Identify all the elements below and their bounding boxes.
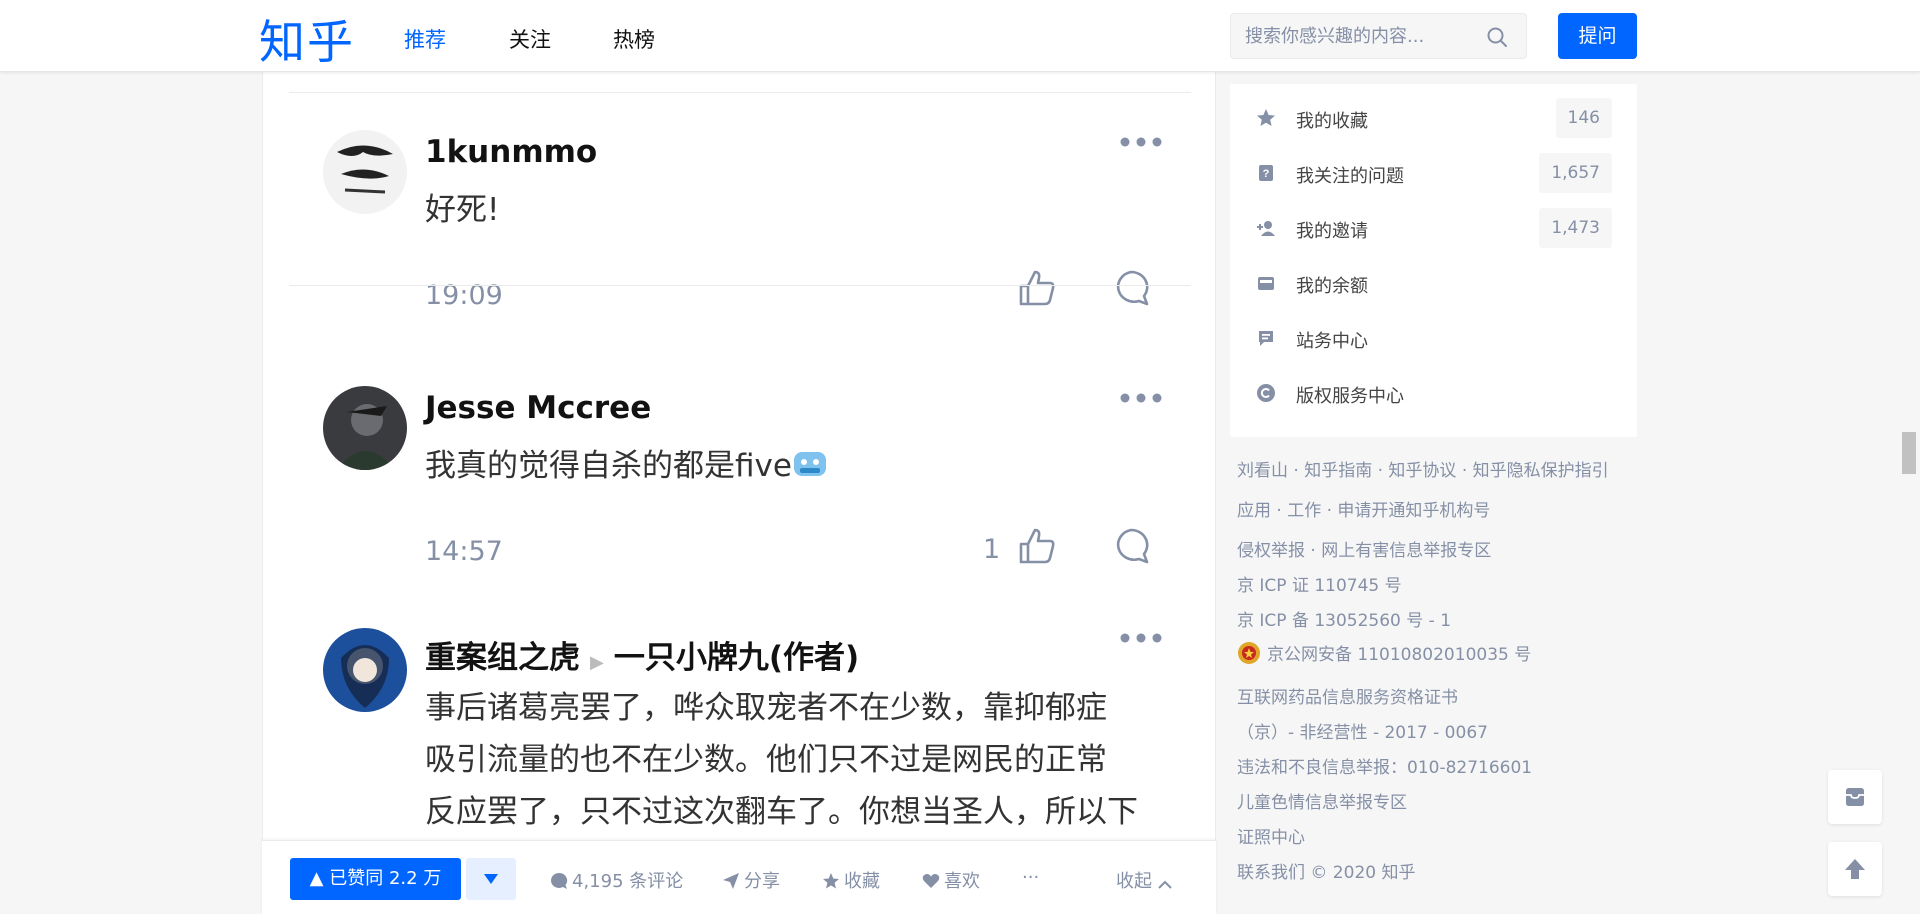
reply-bubble-icon[interactable]	[1111, 268, 1151, 308]
avatar[interactable]	[323, 130, 407, 214]
comment-text-line: 吸引流量的也不在少数。他们只不过是网民的正常	[425, 742, 1107, 778]
search-box	[1230, 13, 1527, 59]
page-scrollbar[interactable]	[1902, 432, 1916, 474]
more-options-icon[interactable]	[1119, 628, 1163, 648]
collapse-button[interactable]: 收起	[1116, 867, 1176, 893]
back-to-top-button[interactable]	[1828, 842, 1882, 896]
chevron-up-icon	[1158, 880, 1172, 889]
copyright-icon	[1257, 384, 1275, 402]
top-header: 知乎 推荐 关注 热榜 提问	[0, 0, 1920, 72]
sidebar-item-invitations[interactable]: 我的邀请 1,473	[1256, 208, 1612, 248]
footer-link[interactable]: 证照中心	[1237, 823, 1305, 848]
footer-link[interactable]: 互联网药品信息服务资格证书	[1237, 683, 1458, 708]
sidebar-item-copyright[interactable]: 版权服务中心	[1256, 373, 1612, 413]
sidebar-item-followed-questions[interactable]: ? 我关注的问题 1,657	[1256, 153, 1612, 193]
sidebar-item-service-center[interactable]: 站务中心	[1256, 318, 1612, 358]
footer-text: （京）- 非经营性 - 2017 - 0067	[1237, 723, 1488, 743]
footer-link[interactable]: 违法和不良信息举报：010-82716601	[1237, 753, 1532, 778]
footer-link[interactable]: 儿童色情信息举报专区	[1237, 788, 1407, 813]
like-count: 1	[983, 534, 1001, 565]
nav-tab-hot[interactable]: 热榜	[613, 24, 655, 54]
comments-button[interactable]: 4,195 条评论	[550, 867, 683, 893]
footer-links[interactable]: 应用 · 工作 · 申请开通知乎机构号	[1237, 496, 1490, 521]
reply-bubble-icon[interactable]	[1111, 526, 1151, 566]
heart-icon	[922, 874, 940, 888]
footer-copyright[interactable]: 联系我们 © 2020 知乎	[1237, 858, 1415, 883]
thumbs-up-icon[interactable]	[1017, 526, 1057, 566]
share-button[interactable]: 分享	[722, 867, 780, 893]
thumbs-up-icon[interactable]	[1017, 268, 1057, 308]
avatar[interactable]	[323, 386, 407, 470]
comment-text: 好死!	[425, 192, 500, 228]
comment-time: 14:57	[425, 536, 503, 567]
zhihu-logo[interactable]: 知乎	[259, 6, 355, 72]
upvote-button[interactable]: ▲ 已赞同 2.2 万	[290, 858, 461, 900]
count-badge: 1,473	[1539, 208, 1612, 248]
comment-text-line: 反应罢了，只不过这次翻车了。你想当圣人，所以下	[425, 794, 1138, 830]
sidebar-item-balance[interactable]: 我的余额	[1256, 263, 1612, 303]
comment-icon	[551, 872, 568, 889]
count-badge: 1,657	[1539, 153, 1612, 193]
nav-tab-follow[interactable]: 关注	[509, 24, 551, 54]
icp-license[interactable]: 京 ICP 证 110745 号	[1237, 571, 1402, 596]
footer-links[interactable]: 侵权举报 · 网上有害信息举报专区	[1237, 536, 1491, 561]
ask-question-button[interactable]: 提问	[1558, 13, 1637, 59]
sticker-emoji-icon	[793, 452, 826, 476]
answer-action-bar: ▲ 已赞同 2.2 万 4,195 条评论 分享 收藏 喜欢 ··· 收起	[262, 840, 1216, 914]
inbox-icon	[1846, 788, 1864, 806]
comment-text-line: 事后诸葛亮罢了，哗众取宠者不在少数，靠抑郁症	[425, 690, 1107, 726]
search-icon[interactable]	[1486, 26, 1508, 48]
wallet-icon	[1258, 277, 1274, 290]
downvote-button[interactable]	[466, 858, 516, 900]
invite-icon	[1257, 221, 1275, 236]
svg-text:?: ?	[1263, 168, 1270, 180]
reply-arrow-icon: ▶	[590, 652, 604, 673]
notice-icon	[1259, 331, 1273, 346]
police-record[interactable]: 京公网安备 11010802010035 号	[1237, 640, 1531, 666]
collect-button[interactable]: 收藏	[822, 867, 880, 893]
triangle-down-icon	[484, 874, 498, 884]
sidebar-item-collections[interactable]: 我的收藏 146	[1256, 98, 1612, 138]
divider	[289, 92, 1191, 93]
comment-author[interactable]: 1kunmmo	[425, 134, 597, 170]
avatar[interactable]	[323, 628, 407, 712]
like-button[interactable]: 喜欢	[922, 867, 980, 893]
comment-author[interactable]: 重案组之虎	[425, 640, 580, 676]
comment-author-line: 重案组之虎 ▶ 一只小牌九(作者)	[425, 632, 859, 677]
user-menu-card: 我的收藏 146 ? 我关注的问题 1,657 我的邀请 1,473 我的余额 …	[1230, 84, 1637, 437]
icp-record[interactable]: 京 ICP 备 13052560 号 - 1	[1237, 606, 1451, 631]
share-plane-icon	[723, 873, 739, 889]
footer-links[interactable]: 刘看山 · 知乎指南 · 知乎协议 · 知乎隐私保护指引	[1237, 456, 1609, 481]
answer-card: 1kunmmo 好死! 19:09 Jesse Mccree 我真的觉得自杀的都…	[262, 72, 1216, 914]
comment-text: 我真的觉得自杀的都是five	[425, 440, 828, 492]
feedback-button[interactable]	[1828, 770, 1882, 824]
star-icon	[1257, 109, 1275, 126]
star-icon	[823, 873, 839, 889]
more-actions-button[interactable]: ···	[1022, 867, 1039, 888]
search-input[interactable]	[1245, 24, 1475, 48]
count-badge: 146	[1555, 98, 1612, 138]
nav-tab-recommend[interactable]: 推荐	[404, 24, 446, 54]
question-icon: ?	[1259, 165, 1273, 181]
arrow-up-icon	[1845, 859, 1865, 879]
comment-author[interactable]: Jesse Mccree	[425, 390, 651, 426]
reply-to-author[interactable]: 一只小牌九(作者)	[614, 640, 859, 676]
divider	[289, 285, 1191, 286]
more-options-icon[interactable]	[1119, 132, 1163, 152]
more-options-icon[interactable]	[1119, 388, 1163, 408]
police-badge-icon	[1238, 642, 1260, 664]
